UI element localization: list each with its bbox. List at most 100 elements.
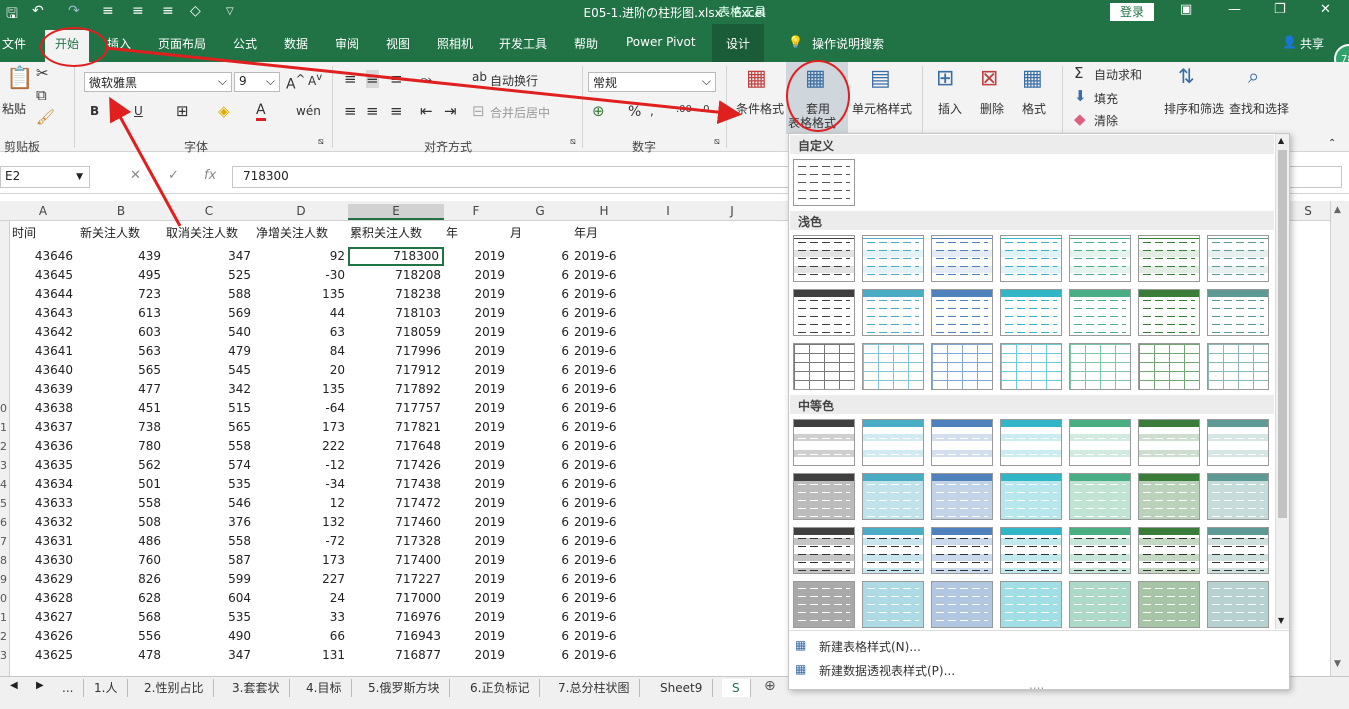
data-cell[interactable]: 2019 (444, 627, 508, 646)
tab-developer[interactable]: 开发工具 (499, 35, 547, 52)
data-cell[interactable]: 135 (254, 285, 348, 304)
data-cell[interactable]: 451 (78, 399, 164, 418)
table-style-swatch[interactable] (1069, 527, 1131, 574)
data-cell[interactable]: 2019-6 (572, 532, 636, 551)
data-cell[interactable]: 2019-6 (572, 437, 636, 456)
gallery-scrollbar[interactable]: ▲ ▼ (1275, 134, 1289, 629)
dialog-launcher-icon[interactable]: ⧅ (714, 137, 720, 147)
data-cell[interactable]: 717912 (348, 361, 444, 380)
data-cell[interactable]: 716976 (348, 608, 444, 627)
row-number[interactable]: 3 (0, 459, 10, 472)
table-style-swatch[interactable] (1138, 581, 1200, 628)
data-cell[interactable]: 2019-6 (572, 475, 636, 494)
data-cell[interactable]: 2019 (444, 380, 508, 399)
data-cell[interactable]: 717892 (348, 380, 444, 399)
data-cell[interactable]: 2019-6 (572, 627, 636, 646)
new-pivot-style-menu-item[interactable]: 新建数据透视表样式(P)... (819, 662, 955, 679)
data-cell[interactable]: -64 (254, 399, 348, 418)
data-cell[interactable]: 92 (254, 247, 348, 266)
data-cell[interactable]: 376 (164, 513, 254, 532)
data-cell[interactable]: 738 (78, 418, 164, 437)
enter-icon[interactable]: ✓ (168, 168, 179, 183)
data-cell[interactable]: 6 (508, 361, 572, 380)
grow-font-icon[interactable]: A^ (286, 72, 305, 93)
table-style-swatch[interactable] (1000, 289, 1062, 336)
bottom-align-icon[interactable]: ≡ (390, 70, 403, 88)
data-cell[interactable]: 574 (164, 456, 254, 475)
ribbon-display-icon[interactable]: ▣ (1180, 2, 1192, 17)
data-cell[interactable]: 6 (508, 646, 572, 665)
column-header-selected[interactable]: E (348, 204, 444, 220)
data-cell[interactable]: 558 (78, 494, 164, 513)
data-cell[interactable]: 43627 (10, 608, 76, 627)
tab-design[interactable]: 设计 (712, 24, 765, 62)
sheet-tab[interactable]: 2.性别占比 (134, 679, 215, 697)
data-cell[interactable]: 515 (164, 399, 254, 418)
border-icon[interactable]: ⊞ (176, 102, 189, 120)
header-cell[interactable]: 月 (508, 224, 572, 243)
scroll-thumb[interactable] (1278, 150, 1287, 518)
data-cell[interactable]: 2019-6 (572, 494, 636, 513)
cut-icon[interactable]: ✂ (36, 64, 49, 82)
table-style-swatch[interactable] (793, 419, 855, 466)
table-style-swatch[interactable] (1138, 289, 1200, 336)
sheet-tab[interactable]: Sheet9 (650, 679, 714, 697)
data-cell[interactable]: 587 (164, 551, 254, 570)
data-cell[interactable]: 717328 (348, 532, 444, 551)
middle-align-icon[interactable]: ≡ (366, 70, 379, 88)
row-number[interactable]: 2 (0, 440, 10, 453)
table-style-swatch[interactable] (862, 289, 924, 336)
data-cell[interactable]: 478 (78, 646, 164, 665)
data-cell[interactable]: 6 (508, 342, 572, 361)
percent-button[interactable]: % (628, 104, 641, 120)
insert-cells-button[interactable]: 插入 (938, 100, 962, 117)
data-cell[interactable]: 718208 (348, 266, 444, 285)
data-cell[interactable]: 439 (78, 247, 164, 266)
data-cell[interactable]: 24 (254, 589, 348, 608)
data-cell[interactable]: 2019 (444, 589, 508, 608)
data-cell[interactable]: 43635 (10, 456, 76, 475)
data-cell[interactable]: 2019-6 (572, 513, 636, 532)
tab-data[interactable]: 数据 (284, 35, 308, 52)
data-cell[interactable]: 760 (78, 551, 164, 570)
data-cell[interactable]: 2019-6 (572, 247, 636, 266)
data-cell[interactable]: 6 (508, 532, 572, 551)
data-cell[interactable]: -12 (254, 456, 348, 475)
header-cell[interactable]: 年月 (572, 224, 636, 243)
table-style-swatch[interactable] (793, 527, 855, 574)
table-style-swatch[interactable] (1138, 419, 1200, 466)
data-cell[interactable]: 43634 (10, 475, 76, 494)
data-cell[interactable]: 131 (254, 646, 348, 665)
sheet-tab[interactable]: 4.目标 (296, 679, 353, 697)
header-cell[interactable]: 新关注人数 (78, 224, 164, 243)
resize-handle-icon[interactable]: .... (1029, 678, 1044, 692)
add-sheet-icon[interactable]: ⊕ (764, 678, 776, 694)
sheet-tab[interactable]: 6.正负标记 (460, 679, 541, 697)
data-cell[interactable]: 43629 (10, 570, 76, 589)
column-header[interactable]: H (572, 204, 636, 218)
data-cell[interactable]: 6 (508, 380, 572, 399)
collapse-ribbon-icon[interactable]: ⌃ (1328, 138, 1336, 149)
data-cell[interactable]: 486 (78, 532, 164, 551)
dialog-launcher-icon[interactable]: ⧅ (318, 137, 324, 147)
font-name-select[interactable]: 微软雅黑 ⌵ (84, 72, 232, 92)
row-number[interactable]: 8 (0, 554, 10, 567)
data-cell[interactable]: 6 (508, 437, 572, 456)
column-header[interactable]: I (636, 204, 700, 218)
decrease-decimal-icon[interactable]: .0 (700, 104, 710, 115)
data-cell[interactable]: 2019 (444, 513, 508, 532)
row-number[interactable]: 1 (0, 611, 10, 624)
column-header[interactable]: D (254, 204, 348, 218)
autosum-button[interactable]: 自动求和 (1094, 66, 1142, 83)
data-cell[interactable]: 342 (164, 380, 254, 399)
data-cell[interactable]: 568 (78, 608, 164, 627)
prev-sheet-icon[interactable]: ◀ (10, 680, 18, 691)
dialog-launcher-icon[interactable]: ⧅ (570, 137, 576, 147)
data-cell[interactable]: 6 (508, 323, 572, 342)
data-cell[interactable]: 716877 (348, 646, 444, 665)
data-cell[interactable]: 2019 (444, 323, 508, 342)
table-style-swatch[interactable] (1000, 343, 1062, 390)
data-cell[interactable]: 2019-6 (572, 551, 636, 570)
row-number[interactable]: 3 (0, 649, 10, 662)
paste-button[interactable]: 粘贴 (2, 100, 26, 117)
